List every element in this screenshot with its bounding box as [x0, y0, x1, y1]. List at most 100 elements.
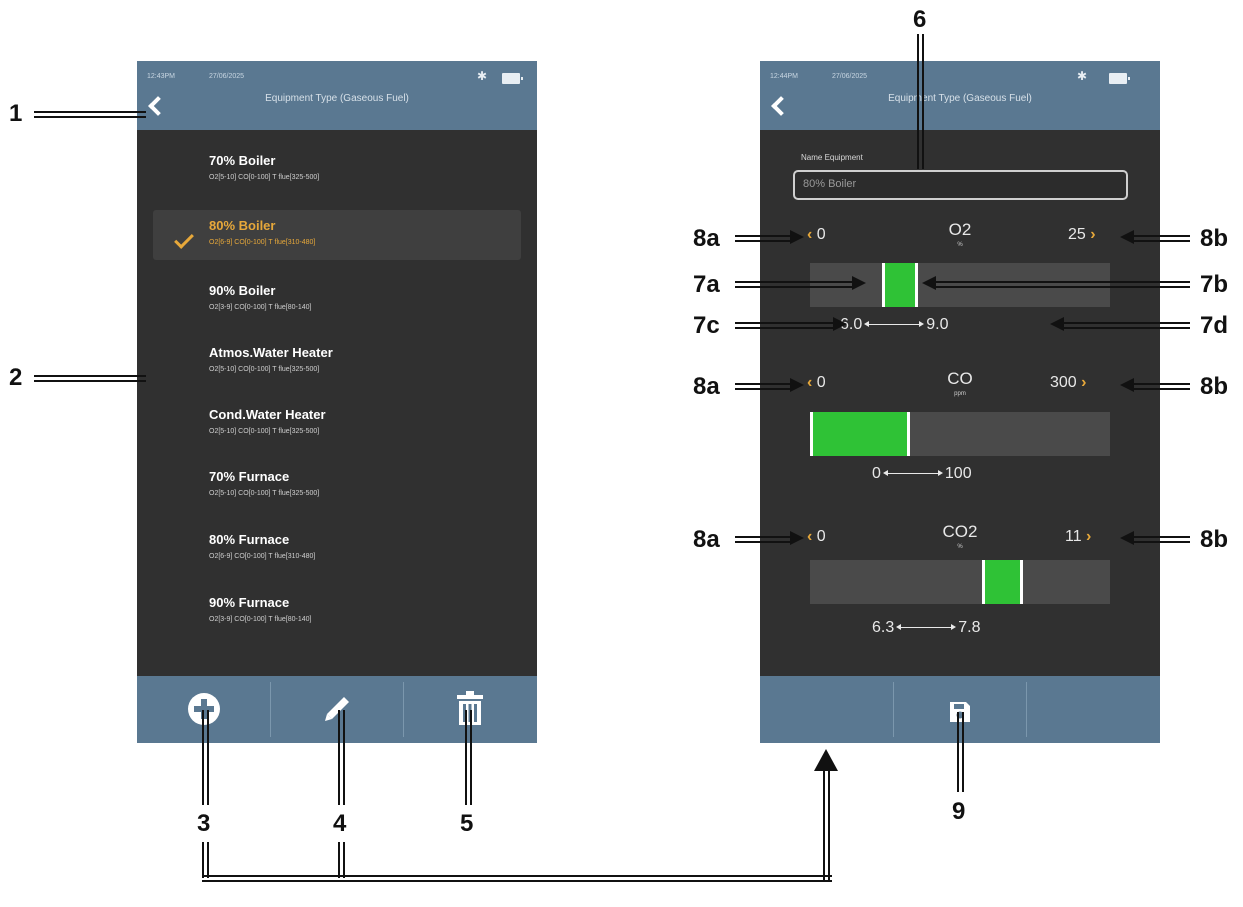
- list-item[interactable]: 90% Boiler O2[3-9] CO[0-100] T flue[80-1…: [153, 275, 521, 325]
- callout-3-leader: [202, 710, 209, 805]
- arrow-left-icon: [1120, 378, 1134, 392]
- o2-unit: %: [957, 242, 963, 248]
- callout-7b-leader: [935, 281, 1190, 288]
- co-min-value: 0: [816, 374, 826, 391]
- callout-1-leader: [34, 111, 146, 118]
- status-date: 27/06/2025: [832, 73, 868, 80]
- chevron-right-icon: ›: [1085, 226, 1096, 243]
- chevron-left-icon: ‹: [807, 226, 817, 243]
- o2-high-limit: 9.0: [926, 316, 949, 333]
- item-desc: O2[6-9] CO[0-100] T flue[310-480]: [209, 553, 316, 560]
- list-item[interactable]: Cond.Water Heater O2[5-10] CO[0-100] T f…: [153, 399, 521, 449]
- arrow-left-icon: [1120, 531, 1134, 545]
- arrow-right-icon: [833, 317, 847, 331]
- callout-7a: 7a: [693, 271, 720, 298]
- double-arrow-icon: [864, 321, 925, 328]
- arrow-right-icon: [790, 230, 804, 244]
- callout-8b-leader: [1132, 383, 1190, 390]
- status-time: 12:44PM: [770, 73, 799, 80]
- battery-icon: [1109, 73, 1130, 84]
- item-desc: O2[3-9] CO[0-100] T flue[80-140]: [209, 616, 312, 623]
- callout-5-leader: [465, 710, 472, 805]
- item-desc: O2[5-10] CO[0-100] T flue[325-500]: [209, 366, 320, 373]
- o2-max-increase[interactable]: 25 ›: [1068, 226, 1096, 244]
- double-arrow-icon: [896, 624, 957, 631]
- item-name: 90% Boiler: [209, 283, 276, 298]
- item-name: 70% Boiler: [209, 153, 276, 168]
- callout-7d-leader: [1062, 322, 1190, 329]
- callout-9: 9: [952, 798, 966, 825]
- list-item[interactable]: Atmos.Water Heater O2[5-10] CO[0-100] T …: [153, 337, 521, 387]
- edit-button[interactable]: [270, 676, 403, 743]
- callout-8b: 8b: [1200, 526, 1229, 553]
- callout-7c-leader: [735, 322, 835, 329]
- callout-8a-leader: [735, 235, 791, 242]
- callout-2-leader: [34, 375, 146, 382]
- status-date: 27/06/2025: [209, 73, 245, 80]
- double-arrow-icon: [882, 470, 943, 477]
- screen-title: Equipment Type (Gaseous Fuel): [265, 93, 409, 104]
- o2-min-decrease[interactable]: ‹ 0: [807, 226, 826, 244]
- callout-7c: 7c: [693, 312, 720, 339]
- item-name: Atmos.Water Heater: [209, 345, 333, 360]
- connector-4-down: [338, 842, 345, 878]
- callout-6: 6: [913, 6, 927, 33]
- chevron-left-icon: ‹: [807, 374, 817, 391]
- co-limits: 0 100: [872, 465, 972, 483]
- item-desc: O2[5-10] CO[0-100] T flue[325-500]: [209, 428, 320, 435]
- co2-low-limit: 6.3: [872, 619, 895, 636]
- list-item-selected[interactable]: 80% Boiler O2[6-9] CO[0-100] T flue[310-…: [153, 210, 521, 260]
- callout-8b-leader: [1132, 235, 1190, 242]
- edit-icon: [325, 697, 349, 721]
- arrow-left-icon: [1120, 230, 1134, 244]
- co2-min-decrease[interactable]: ‹ 0: [807, 528, 826, 546]
- item-desc: O2[5-10] CO[0-100] T flue[325-500]: [209, 174, 320, 181]
- arrow-right-icon: [852, 276, 866, 290]
- callout-7d: 7d: [1200, 312, 1229, 339]
- callout-8a-leader: [735, 383, 791, 390]
- co-high-limit: 100: [944, 465, 972, 482]
- co2-max-increase[interactable]: 11 ›: [1065, 528, 1091, 546]
- co-range-band[interactable]: [810, 412, 910, 456]
- o2-min-value: 0: [816, 226, 826, 243]
- item-name: 80% Furnace: [209, 532, 290, 547]
- o2-limits: 6.0 9.0: [840, 316, 949, 334]
- name-equipment-field[interactable]: 80% Boiler: [793, 170, 1128, 200]
- item-desc: O2[6-9] CO[0-100] T flue[310-480]: [209, 239, 316, 246]
- co-min-decrease[interactable]: ‹ 0: [807, 374, 826, 392]
- chevron-right-icon: ›: [1081, 528, 1092, 545]
- screen-title: Equipment Type (Gaseous Fuel): [888, 93, 1032, 104]
- bluetooth-icon: ✱: [477, 69, 488, 83]
- callout-5: 5: [460, 810, 474, 837]
- co-max-increase[interactable]: 300 ›: [1050, 374, 1086, 392]
- toolbar-divider: [1026, 682, 1027, 737]
- chevron-right-icon: ›: [1076, 374, 1087, 391]
- o2-range-band[interactable]: [882, 263, 918, 307]
- status-time: 12:43PM: [147, 73, 176, 80]
- list-item[interactable]: 80% Furnace O2[6-9] CO[0-100] T flue[310…: [153, 524, 521, 574]
- co2-high-limit: 7.8: [958, 619, 981, 636]
- item-desc: O2[3-9] CO[0-100] T flue[80-140]: [209, 304, 312, 311]
- item-name: 90% Furnace: [209, 595, 290, 610]
- list-item[interactable]: 90% Furnace O2[3-9] CO[0-100] T flue[80-…: [153, 587, 521, 637]
- callout-8a: 8a: [693, 526, 720, 553]
- callout-8a-leader: [735, 536, 791, 543]
- header-bar: 12:43PM 27/06/2025 ✱ Equipment Type (Gas…: [137, 61, 537, 130]
- arrow-left-icon: [922, 276, 936, 290]
- callout-1: 1: [9, 100, 23, 127]
- list-item[interactable]: 70% Boiler O2[5-10] CO[0-100] T flue[325…: [153, 145, 521, 195]
- co2-range-band[interactable]: [981, 560, 1023, 604]
- item-desc: O2[5-10] CO[0-100] T flue[325-500]: [209, 490, 320, 497]
- item-name: 80% Boiler: [209, 218, 276, 233]
- callout-8b: 8b: [1200, 373, 1229, 400]
- o2-max-value: 25: [1068, 226, 1086, 243]
- callout-7b: 7b: [1200, 271, 1229, 298]
- co2-unit: %: [957, 544, 963, 550]
- list-item[interactable]: 70% Furnace O2[5-10] CO[0-100] T flue[32…: [153, 461, 521, 511]
- callout-7a-leader: [735, 281, 853, 288]
- connector-bottom: [202, 875, 832, 882]
- callout-8a: 8a: [693, 373, 720, 400]
- co-low-limit: 0: [872, 465, 881, 482]
- battery-icon: [502, 73, 523, 84]
- equipment-list-screen: 12:43PM 27/06/2025 ✱ Equipment Type (Gas…: [137, 61, 537, 743]
